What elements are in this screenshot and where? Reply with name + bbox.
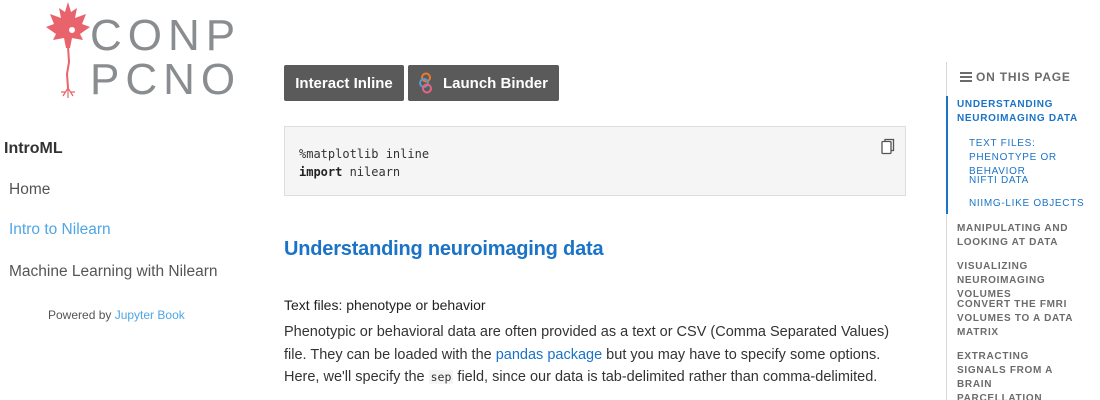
body-paragraph: Phenotypic or behavioral data are often … [284,321,904,389]
toc-item-extracting-signals[interactable]: EXTRACTING SIGNALS FROM A BRAIN PARCELLA… [957,350,1077,400]
logo-text-conp: CONP [90,11,242,60]
toc-heading-label: ON THIS PAGE [976,70,1071,84]
code-cell[interactable]: %matplotlib inline import nilearn [284,126,906,196]
code-line-1: %matplotlib inline [299,147,430,161]
site-title: IntroML [4,140,63,157]
launch-binder-label: Launch Binder [442,74,548,92]
conp-logo[interactable]: CONP PCNO [40,0,235,102]
sidebar-item-intro-to-nilearn[interactable]: Intro to Nilearn [9,221,111,239]
launch-binder-button[interactable]: Launch Binder [408,65,559,101]
code-module-name: nilearn [342,165,401,179]
interact-inline-button[interactable]: Interact Inline [284,65,404,101]
toc-item-nifti-data[interactable]: NIFTI DATA [969,174,1099,188]
toc-item-niimg-like[interactable]: NIIMG-LIKE OBJECTS [969,197,1099,211]
sidebar-item-home[interactable]: Home [9,181,50,199]
page: CONP PCNO IntroML Home Intro to Nilearn … [0,0,1100,400]
sidebar-item-machine-learning[interactable]: Machine Learning with Nilearn [9,263,218,281]
list-icon [960,72,972,82]
powered-by-text: Powered by [48,308,115,322]
code-line-2: import nilearn [299,165,400,179]
toc-item-understanding[interactable]: UNDERSTANDING NEUROIMAGING DATA [957,98,1097,126]
toc-heading: ON THIS PAGE [960,70,1071,84]
subsection-heading: Text files: phenotype or behavior [284,297,486,313]
section-heading: Understanding neuroimaging data [284,238,604,260]
copy-icon[interactable] [881,138,895,155]
toc-item-convert-fmri[interactable]: CONVERT THE FMRI VOLUMES TO A DATA MATRI… [957,298,1073,340]
inline-code-sep: sep [428,370,454,384]
powered-by: Powered by Jupyter Book [48,308,185,322]
toc-item-text-files[interactable]: TEXT FILES: PHENOTYPE OR BEHAVIOR [969,137,1099,179]
maple-leaf-brain-icon [46,2,90,98]
binder-logo-icon [418,72,432,94]
toc-item-visualizing[interactable]: VISUALIZING NEUROIMAGING VOLUMES [957,260,1100,302]
toc-active-indicator [946,96,948,214]
logo-text-pcno: PCNO [90,55,242,104]
toc-item-manipulating[interactable]: MANIPULATING AND LOOKING AT DATA [957,222,1069,250]
para-text-3: field, since our data is tab-delimited r… [453,369,878,385]
pandas-package-link[interactable]: pandas package [496,347,602,363]
jupyter-book-link[interactable]: Jupyter Book [115,308,185,322]
code-keyword-import: import [299,165,343,179]
